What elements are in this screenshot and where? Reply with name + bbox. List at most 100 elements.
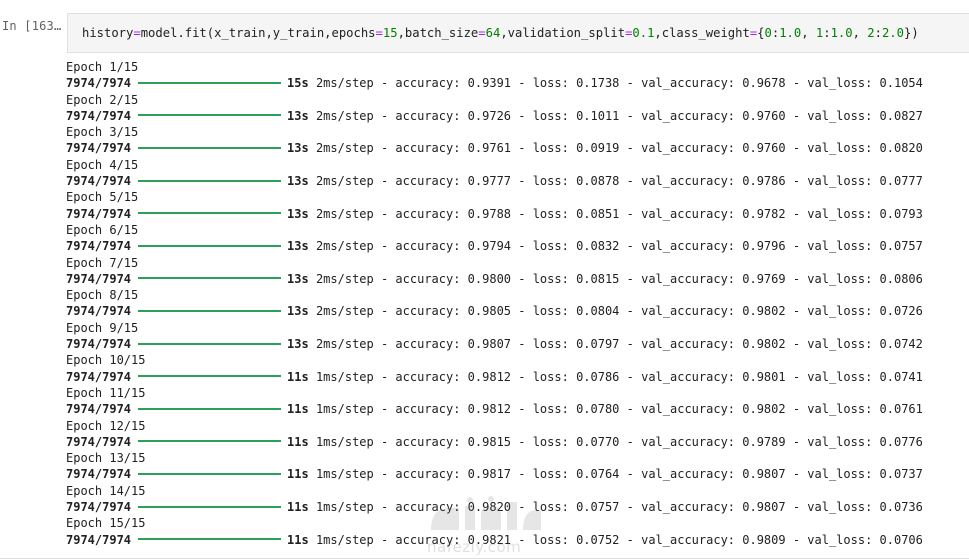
epoch-header: Epoch 5/15	[66, 190, 139, 205]
epoch-header: Epoch 3/15	[66, 125, 139, 140]
separator	[309, 435, 316, 449]
metric-label: - val_loss:	[785, 206, 880, 221]
metric-label: - loss:	[511, 304, 577, 319]
epoch-progress-row: 7974/7974 13s 2ms/step - accuracy: 0.9761…	[66, 140, 966, 156]
metric-label: - val_loss:	[785, 434, 880, 449]
step-time: 1ms/step	[315, 500, 374, 515]
epoch-header: Epoch 4/15	[66, 157, 139, 172]
val-loss-value: 0.0706	[879, 532, 923, 547]
val-loss-value: 0.0737	[879, 467, 923, 482]
step-counter: 7974/7974	[66, 369, 132, 384]
progress-bar	[138, 212, 282, 215]
val-accuracy-value: 0.9807	[742, 500, 786, 515]
loss-value: 0.0797	[576, 337, 620, 352]
loss-value: 0.0764	[576, 467, 620, 482]
epoch-header: Epoch 7/15	[66, 255, 139, 270]
epoch-progress-row: 7974/7974 11s 1ms/step - accuracy: 0.9812…	[66, 401, 966, 417]
epoch-time: 13s	[287, 108, 309, 123]
metric-label: - val_loss:	[785, 304, 880, 319]
metric-label: - val_accuracy:	[619, 174, 743, 189]
cell-prompt: In [163…	[2, 19, 62, 33]
metric-label: - val_accuracy:	[619, 206, 743, 221]
progress-bar	[138, 505, 282, 508]
loss-value: 0.0832	[576, 239, 620, 254]
progress-bar	[138, 309, 282, 312]
accuracy-value: 0.9820	[467, 500, 512, 515]
step-counter: 7974/7974	[66, 271, 132, 286]
epoch-time: 13s	[287, 271, 309, 286]
step-time: 2ms/step	[315, 337, 374, 352]
step-counter: 7974/7974	[66, 532, 132, 547]
epoch-header: Epoch 12/15	[66, 418, 146, 433]
separator	[309, 109, 316, 123]
accuracy-value: 0.9794	[467, 239, 512, 254]
metric-label: - val_accuracy:	[619, 271, 743, 286]
metric-label: - accuracy:	[373, 402, 468, 417]
code-token: model.fit(x_train,y_train,epochs	[140, 26, 376, 40]
step-counter: 7974/7974	[66, 206, 132, 221]
accuracy-value: 0.9788	[467, 206, 512, 221]
code-token: :	[823, 26, 831, 40]
metric-label: - accuracy:	[373, 206, 468, 221]
epoch-time: 11s	[287, 532, 309, 547]
code-token: =	[133, 26, 141, 40]
epoch-time: 15s	[287, 76, 309, 91]
epoch-time: 13s	[287, 206, 309, 221]
step-counter: 7974/7974	[66, 174, 132, 189]
val-accuracy-value: 0.9801	[742, 369, 786, 384]
progress-bar	[138, 179, 282, 182]
code-token: 64	[485, 26, 501, 40]
metric-label: - val_accuracy:	[619, 337, 743, 352]
loss-value: 0.1738	[576, 76, 620, 91]
code-token: 1.0	[779, 26, 802, 40]
metric-label: - loss:	[511, 271, 577, 286]
val-loss-value: 0.0741	[879, 369, 923, 384]
epoch-progress-row: 7974/7974 13s 2ms/step - accuracy: 0.9788…	[66, 206, 966, 222]
metric-label: - loss:	[511, 76, 577, 91]
metric-label: - val_loss:	[785, 369, 880, 384]
epoch-time: 11s	[287, 500, 309, 515]
code-token: ,	[852, 26, 868, 40]
step-time: 1ms/step	[315, 369, 374, 384]
epoch-progress-row: 7974/7974 13s 2ms/step - accuracy: 0.9807…	[66, 336, 966, 352]
step-counter: 7974/7974	[66, 467, 132, 482]
code-token: history	[82, 26, 134, 40]
epoch-time: 11s	[287, 467, 309, 482]
metric-label: - loss:	[511, 434, 577, 449]
separator	[309, 207, 316, 221]
code-line[interactable]: history=model.fit(x_train,y_train,epochs…	[82, 24, 919, 42]
loss-value: 0.0752	[576, 532, 620, 547]
step-counter: 7974/7974	[66, 337, 132, 352]
metric-label: - accuracy:	[373, 500, 468, 515]
epoch-progress-row: 7974/7974 13s 2ms/step - accuracy: 0.9794…	[66, 238, 966, 254]
separator	[309, 467, 316, 481]
accuracy-value: 0.9800	[467, 271, 512, 286]
step-time: 1ms/step	[315, 402, 374, 417]
accuracy-value: 0.9812	[467, 402, 512, 417]
code-token: :	[874, 26, 882, 40]
separator	[309, 304, 316, 318]
accuracy-value: 0.9805	[467, 304, 512, 319]
step-time: 2ms/step	[315, 76, 374, 91]
metric-label: - val_loss:	[785, 467, 880, 482]
val-accuracy-value: 0.9796	[742, 239, 786, 254]
metric-label: - loss:	[511, 141, 577, 156]
val-accuracy-value: 0.9782	[742, 206, 786, 221]
code-token: 2	[867, 26, 875, 40]
step-time: 2ms/step	[315, 239, 374, 254]
accuracy-value: 0.9726	[467, 108, 512, 123]
progress-bar	[138, 277, 282, 280]
val-loss-value: 0.0736	[879, 500, 923, 515]
loss-value: 0.0757	[576, 500, 620, 515]
loss-value: 0.0815	[576, 271, 620, 286]
metric-label: - val_accuracy:	[619, 434, 743, 449]
accuracy-value: 0.9761	[467, 141, 512, 156]
separator	[309, 239, 316, 253]
val-accuracy-value: 0.9789	[742, 434, 786, 449]
epoch-progress-row: 7974/7974 13s 2ms/step - accuracy: 0.9726…	[66, 108, 966, 124]
accuracy-value: 0.9821	[467, 532, 512, 547]
epoch-progress-row: 7974/7974 13s 2ms/step - accuracy: 0.9805…	[66, 303, 966, 319]
separator	[309, 533, 316, 547]
loss-value: 0.0804	[576, 304, 620, 319]
metric-label: - accuracy:	[373, 141, 468, 156]
